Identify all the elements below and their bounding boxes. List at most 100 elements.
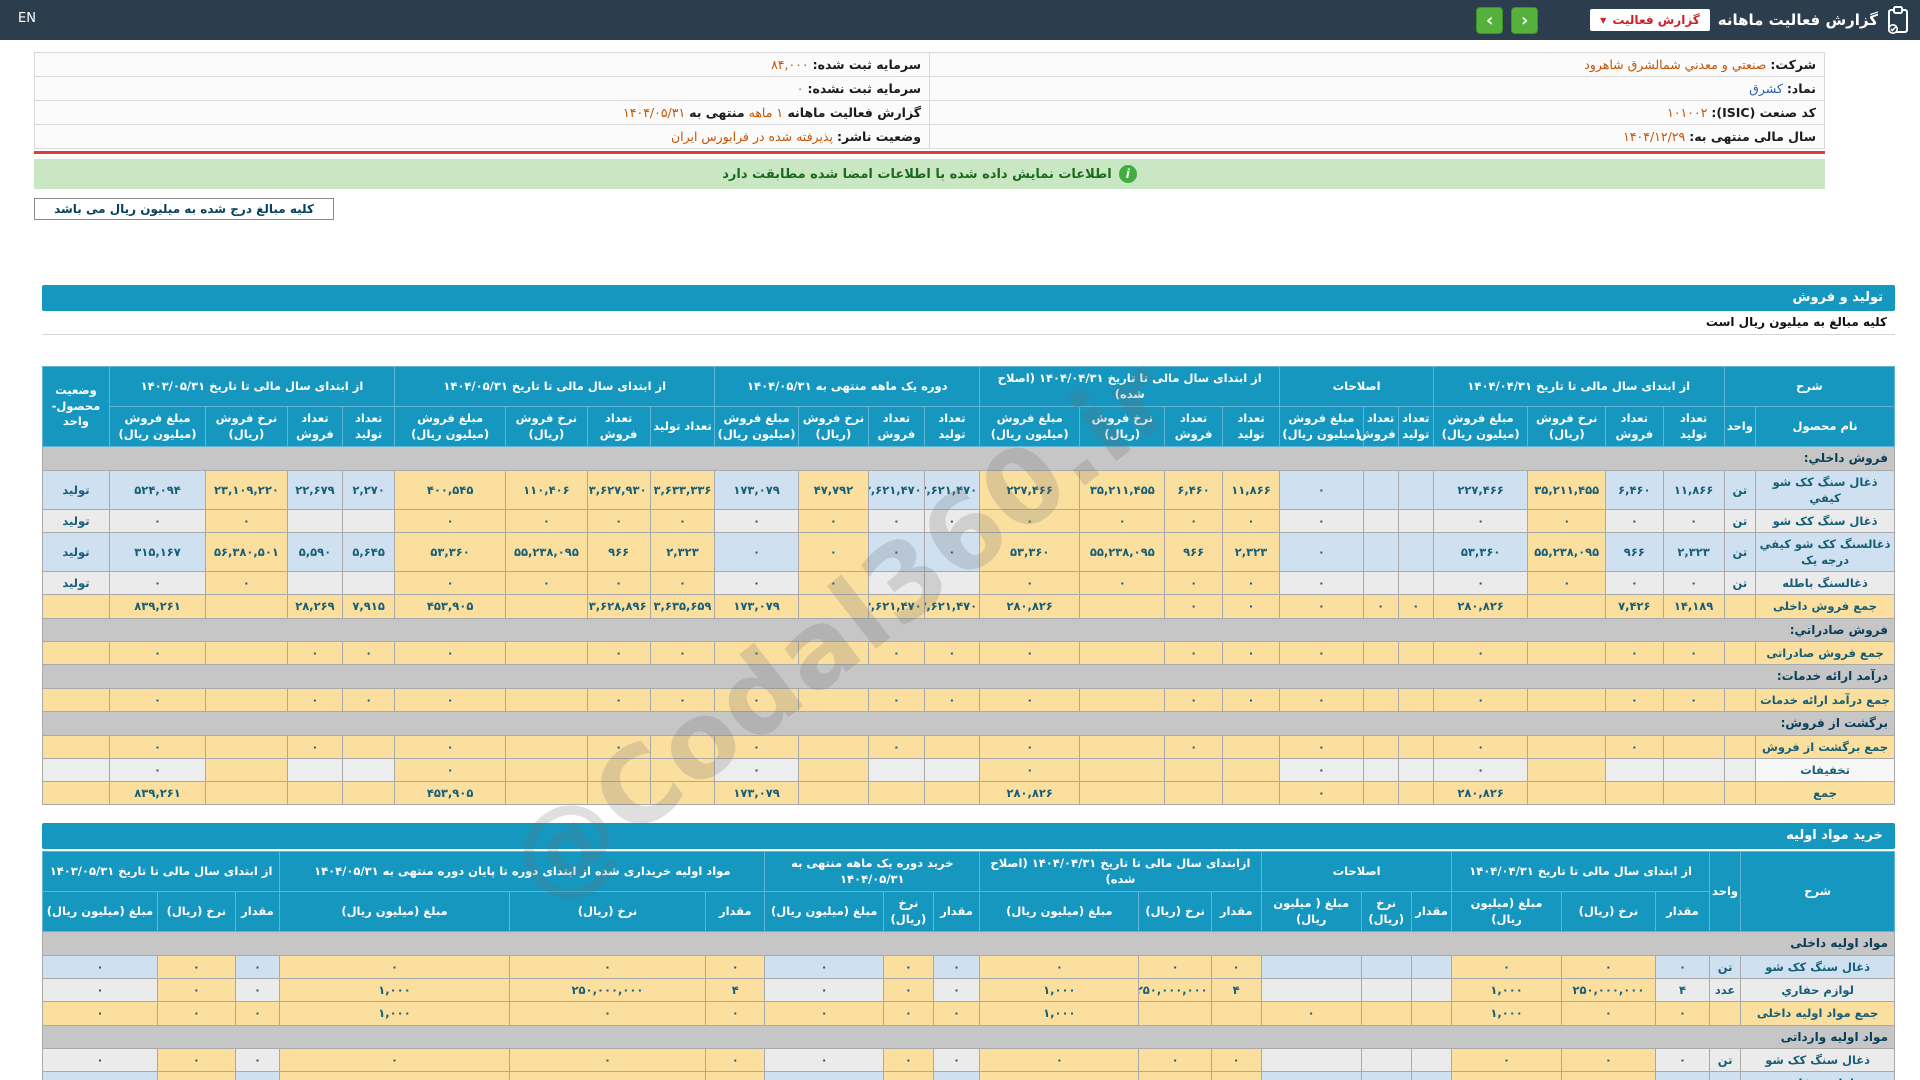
table-cell: ۸۳۹,۲۶۱ xyxy=(109,782,205,805)
table-cell: ۰ xyxy=(883,1049,933,1072)
table-cell: ۰ xyxy=(715,572,798,595)
column-header: مبلغ (میلیون ریال) xyxy=(43,892,158,932)
table-cell: ۰ xyxy=(1222,689,1279,712)
table-cell: ۰ xyxy=(395,642,506,665)
table-cell: ۲۵۰,۰۰۰,۰۰۰ xyxy=(1561,979,1655,1002)
table-cell: ۰ xyxy=(506,572,587,595)
table-cell: ۰ xyxy=(1222,510,1279,533)
column-header: نرخ (ریال) xyxy=(883,892,933,932)
table-cell xyxy=(343,572,395,595)
report-type-dropdown[interactable]: گزارش فعالیت ▼ xyxy=(1590,9,1710,31)
table-cell xyxy=(1080,595,1165,618)
table-cell: جمع فروش صادراتی xyxy=(1756,642,1895,665)
column-group-header: از ابتدای سال مالی تا تاریخ ۱۴۰۴/۰۴/۳۱ xyxy=(1452,852,1709,892)
table-cell: ۰ xyxy=(924,533,980,572)
table-cell: ۲,۳۲۳ xyxy=(1222,533,1279,572)
table-cell xyxy=(1724,782,1755,805)
table-cell xyxy=(1222,736,1279,759)
table-cell xyxy=(1663,782,1724,805)
table-cell: ۰ xyxy=(1280,782,1363,805)
table-cell: ۳,۶۲۱,۴۷۰ xyxy=(869,595,925,618)
table-cell: ۰ xyxy=(706,1002,765,1025)
column-header: نرخ فروش (ریال) xyxy=(798,407,868,447)
table-row: جمع فروش صادراتی۰۰۰۰۰۰۰۰۰۰۰۰۰۰۰۰ xyxy=(43,642,1895,665)
table-cell: ۰ xyxy=(157,979,235,1002)
table-cell: ۲۸۰,۸۲۶ xyxy=(1433,595,1527,618)
table-cell xyxy=(1528,689,1606,712)
table-cell xyxy=(287,759,343,782)
table-cell: ۰ xyxy=(157,956,235,979)
table-cell: ۰ xyxy=(343,642,395,665)
header-group-row: شرحواحداز ابتدای سال مالی تا تاریخ ۱۴۰۴/… xyxy=(43,852,1895,892)
table-cell xyxy=(1261,1049,1361,1072)
table-cell: ۰ xyxy=(235,956,279,979)
table-cell: ۰ xyxy=(1663,510,1724,533)
table-cell: ذغال سنگ کک شو xyxy=(1741,1049,1895,1072)
section-label: فروش صادراتي: xyxy=(43,618,1895,642)
table-cell: ۰ xyxy=(1280,642,1363,665)
table-cell xyxy=(587,782,650,805)
language-toggle[interactable]: EN xyxy=(18,11,36,26)
table-cell: ۰ xyxy=(980,759,1080,782)
table-cell: ۴ xyxy=(1211,979,1261,1002)
table-cell xyxy=(506,642,587,665)
column-header: مبلغ فروش (میلیون ریال) xyxy=(1280,407,1363,447)
table-cell xyxy=(1165,759,1222,782)
table-cell: جمع فروش داخلی xyxy=(1756,595,1895,618)
table-cell: ۰ xyxy=(980,956,1139,979)
table-cell xyxy=(343,759,395,782)
table-cell: ۰ xyxy=(1433,689,1527,712)
table-cell: عدد xyxy=(1709,1072,1740,1080)
column-header: نرخ (ریال) xyxy=(157,892,235,932)
header-sub-row: مقدارنرخ (ریال)مبلغ (میلیون ریال)مقدارنر… xyxy=(43,892,1895,932)
table-cell: ۰ xyxy=(509,1049,705,1072)
table-cell: ۰ xyxy=(706,1049,765,1072)
table-cell: ۰ xyxy=(650,510,715,533)
section-title-production-sales: تولید و فروش xyxy=(42,285,1895,311)
column-group-header: مواد اولیه خریداری شده از ابتدای دوره تا… xyxy=(280,852,765,892)
table-cell: ۰ xyxy=(235,1072,279,1080)
table-cell xyxy=(1709,1002,1740,1025)
table-cell xyxy=(1165,782,1222,805)
table-cell xyxy=(1528,736,1606,759)
table-cell: ۰ xyxy=(1165,642,1222,665)
table-cell: ۰ xyxy=(933,1049,979,1072)
table-cell: ۰ xyxy=(157,1072,235,1080)
next-report-button[interactable]: › xyxy=(1476,7,1503,34)
info-icon: i xyxy=(1119,165,1137,183)
table-cell xyxy=(1363,572,1398,595)
table-cell xyxy=(1361,1072,1411,1080)
table-row: جمع مواد اوليه داخلی۰۰۱,۰۰۰۰۱,۰۰۰۰۰۰۰۰۱,… xyxy=(43,1002,1895,1025)
table-cell: ۰ xyxy=(1656,1049,1710,1072)
column-header: مبلغ (میلیون ریال) xyxy=(980,892,1139,932)
column-header: تعداد تولید xyxy=(343,407,395,447)
table-cell: تولید xyxy=(43,470,110,509)
table-cell xyxy=(1211,1002,1261,1025)
table-cell: ۳۵,۲۱۱,۴۵۵ xyxy=(1528,470,1606,509)
table-cell: ۲۲,۶۷۹ xyxy=(287,470,343,509)
table-cell: ۰ xyxy=(1656,1072,1710,1080)
table-cell: ۰ xyxy=(883,979,933,1002)
table-cell: ۰ xyxy=(506,510,587,533)
table-cell xyxy=(1724,642,1755,665)
table-cell: ۰ xyxy=(1452,1072,1561,1080)
signature-notice-text: اطلاعات نمایش داده شده با اطلاعات امضا ش… xyxy=(722,167,1112,182)
table-cell: ۴ xyxy=(1656,979,1710,1002)
table-cell: ۵۵,۲۳۸,۰۹۵ xyxy=(506,533,587,572)
table-cell xyxy=(650,736,715,759)
column-header: مبلغ فروش (میلیون ریال) xyxy=(109,407,205,447)
table-cell: ۰ xyxy=(43,956,158,979)
table-cell: ۰ xyxy=(869,510,925,533)
table-cell: ۰ xyxy=(395,689,506,712)
table-cell xyxy=(1411,956,1452,979)
prev-report-button[interactable]: ‹ xyxy=(1511,7,1538,34)
table-cell: ۰ xyxy=(706,1072,765,1080)
table-cell: ۰ xyxy=(43,1002,158,1025)
info-cell: نماد: کشرق xyxy=(930,77,1825,101)
signature-notice: i اطلاعات نمایش داده شده با اطلاعات امضا… xyxy=(34,159,1825,189)
table-cell: ۰ xyxy=(395,759,506,782)
info-cell: گزارش فعالیت ماهانه ۱ ماهه منتهی به ۱۴۰۴… xyxy=(35,101,930,125)
section-row: برگشت از فروش: xyxy=(43,712,1895,736)
table-cell: ۲۵۰,۰۰۰,۰۰۰ xyxy=(1139,979,1211,1002)
info-cell: کد صنعت (ISIC): ۱۰۱۰۰۲ xyxy=(930,101,1825,125)
